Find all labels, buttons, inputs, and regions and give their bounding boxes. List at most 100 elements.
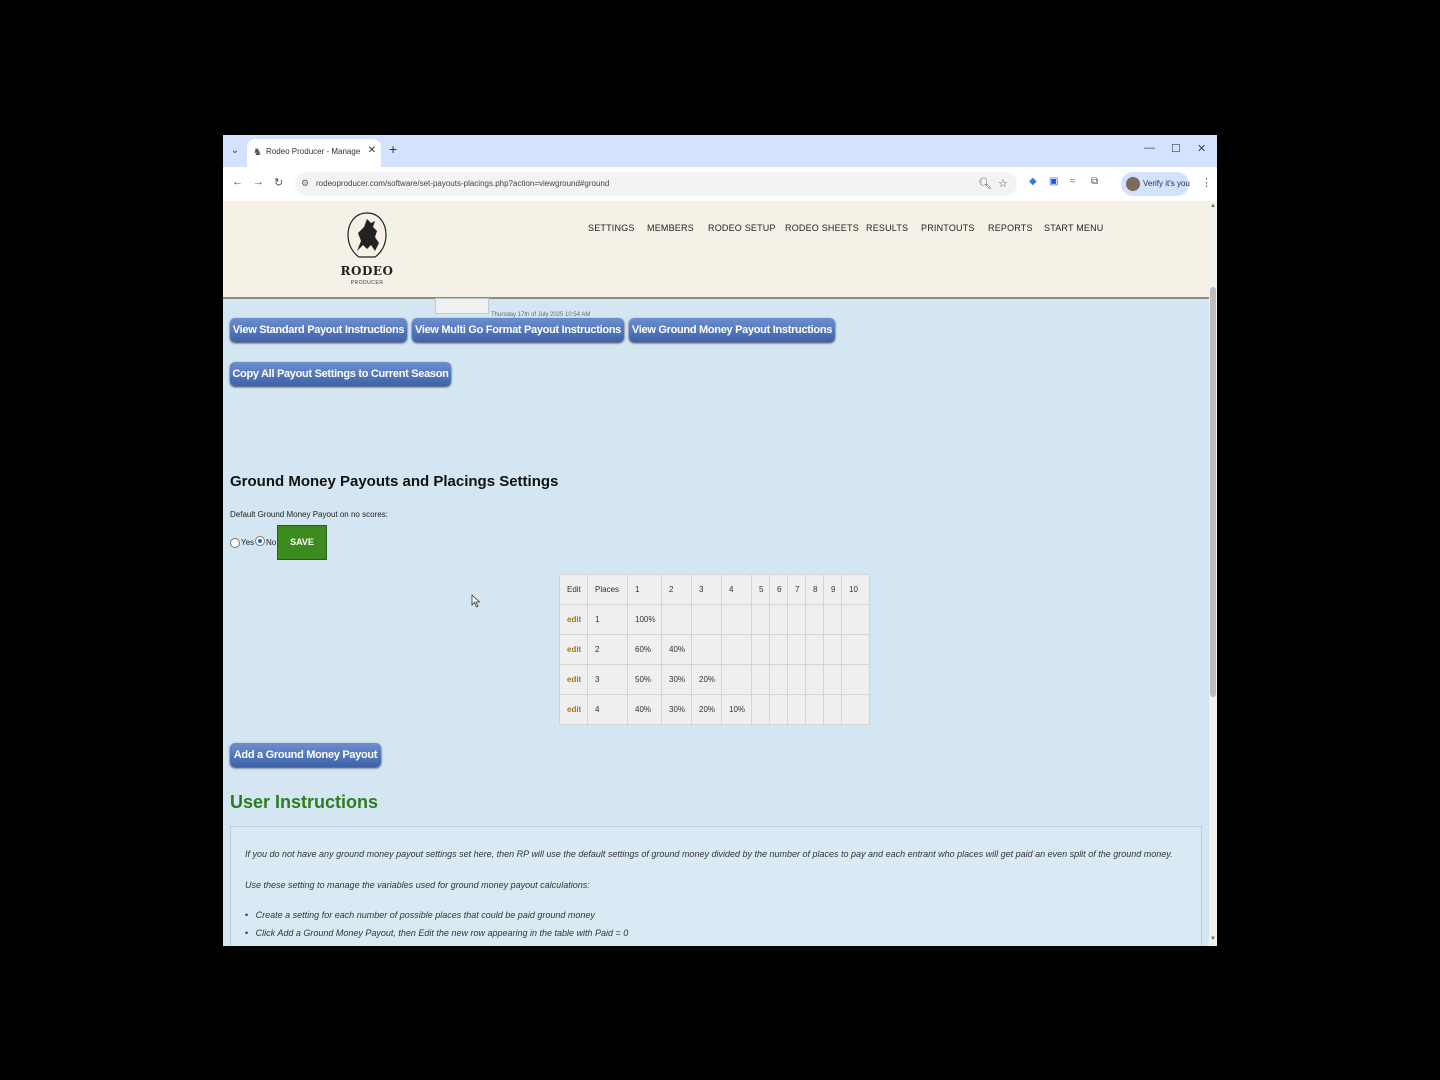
table-cell (691, 604, 722, 635)
scroll-down-icon[interactable]: ▼ (1209, 936, 1217, 942)
table-cell (691, 634, 722, 665)
edit-link[interactable]: edit (559, 634, 588, 665)
add-ground-money-payout-button[interactable]: Add a Ground Money Payout (230, 743, 381, 767)
radio-no[interactable] (255, 536, 265, 546)
page-title: Ground Money Payouts and Placings Settin… (230, 473, 559, 490)
table-row: edit 2 60% 40% (559, 634, 870, 665)
ground-money-payout-table: Edit Places 1 2 3 4 5 6 7 8 9 10 edit 1 … (559, 574, 870, 725)
zoom-icon[interactable]: 🔍︎ (978, 177, 992, 190)
table-cell (823, 694, 842, 725)
table-cell (841, 604, 870, 635)
nav-printouts[interactable]: PRINTOUTS (921, 223, 975, 233)
table-cell: 30% (661, 694, 692, 725)
table-cell: 3 (587, 664, 628, 695)
copy-payout-settings-button[interactable]: Copy All Payout Settings to Current Seas… (230, 362, 451, 386)
col-header-8: 8 (805, 574, 824, 605)
col-header-1: 1 (627, 574, 662, 605)
view-ground-money-payout-button[interactable]: View Ground Money Payout Instructions (629, 318, 835, 342)
edit-link[interactable]: edit (559, 604, 588, 635)
nav-reports[interactable]: REPORTS (988, 223, 1033, 233)
nav-rodeo-sheets[interactable]: RODEO SHEETS (785, 223, 859, 233)
col-header-7: 7 (787, 574, 806, 605)
profile-button[interactable]: Verify it's you (1121, 172, 1190, 196)
table-cell (841, 694, 870, 725)
logo-subtext: PRODUCER (350, 280, 384, 286)
instructions-paragraph-2: Use these setting to manage the variable… (245, 880, 590, 890)
table-cell: 100% (627, 604, 662, 635)
table-cell: 60% (627, 634, 662, 665)
table-cell (661, 604, 692, 635)
nav-start-menu[interactable]: START MENU (1044, 223, 1104, 233)
new-tab-icon[interactable]: + (389, 141, 397, 157)
logo-text: RODEO (340, 264, 394, 278)
table-row: edit 4 40% 30% 20% 10% (559, 694, 870, 725)
forward-icon[interactable]: → (253, 176, 264, 188)
nav-results[interactable]: RESULTS (866, 223, 908, 233)
table-cell: 30% (661, 664, 692, 695)
radio-yes[interactable] (230, 538, 240, 548)
table-cell (841, 664, 870, 695)
table-cell: 20% (691, 664, 722, 695)
save-button[interactable]: SAVE (277, 525, 327, 560)
table-cell: 40% (661, 634, 692, 665)
table-cell (769, 694, 788, 725)
edit-link[interactable]: edit (559, 694, 588, 725)
table-cell (721, 604, 752, 635)
col-header-2: 2 (661, 574, 692, 605)
list-item: • Create a setting for each number of po… (245, 910, 595, 920)
extension-icon-3[interactable]: ≈ (1070, 176, 1076, 187)
col-header-edit: Edit (559, 574, 588, 605)
list-item-text: Click Add a Ground Money Payout, then Ed… (255, 928, 629, 938)
view-multigo-payout-button[interactable]: View Multi Go Format Payout Instructions (412, 318, 624, 342)
col-header-4: 4 (721, 574, 752, 605)
table-cell: 4 (587, 694, 628, 725)
browser-window: ⌄ ♞ Rodeo Producer - Manage Payo ✕ + — ☐… (223, 135, 1217, 946)
col-header-3: 3 (691, 574, 722, 605)
nav-rodeo-setup[interactable]: RODEO SETUP (708, 223, 776, 233)
table-cell (823, 634, 842, 665)
table-row: edit 1 100% (559, 604, 870, 635)
nav-members[interactable]: MEMBERS (647, 223, 694, 233)
table-cell (751, 634, 770, 665)
window-close-icon[interactable]: ✕ (1197, 142, 1206, 155)
address-bar[interactable]: ⚙ rodeoproducer.com/software/set-payouts… (295, 172, 1017, 196)
col-header-6: 6 (769, 574, 788, 605)
table-cell (769, 664, 788, 695)
browser-menu-icon[interactable]: ⋮ (1201, 176, 1212, 189)
url-text: rodeoproducer.com/software/set-payouts-p… (316, 179, 610, 188)
edit-link[interactable]: edit (559, 664, 588, 695)
bookmark-star-icon[interactable]: ☆ (998, 177, 1008, 190)
extensions-puzzle-icon[interactable]: ⧉ (1091, 176, 1098, 187)
minimize-icon[interactable]: — (1144, 142, 1155, 154)
list-item-text: Create a setting for each number of poss… (255, 910, 595, 920)
page-scrollbar[interactable]: ▲ ▼ (1209, 201, 1217, 946)
table-cell (787, 634, 806, 665)
site-header: RODEO PRODUCER SETTINGS MEMBERS RODEO SE… (223, 201, 1209, 299)
table-cell: 50% (627, 664, 662, 695)
reload-icon[interactable]: ↻ (274, 176, 283, 189)
rodeo-producer-logo[interactable]: RODEO PRODUCER (339, 211, 395, 291)
extension-icon-2[interactable]: ▣ (1049, 176, 1058, 187)
table-cell: 20% (691, 694, 722, 725)
tab-active[interactable]: ♞ Rodeo Producer - Manage Payo ✕ (247, 139, 381, 167)
table-cell (841, 634, 870, 665)
profile-label: Verify it's you (1143, 179, 1190, 188)
radio-yes-label: Yes (241, 538, 255, 547)
scroll-up-icon[interactable]: ▲ (1209, 203, 1217, 209)
back-icon[interactable]: ← (232, 176, 243, 188)
table-cell (823, 664, 842, 695)
maximize-icon[interactable]: ☐ (1171, 142, 1181, 155)
tab-close-icon[interactable]: ✕ (368, 145, 376, 156)
table-cell (787, 604, 806, 635)
view-standard-payout-button[interactable]: View Standard Payout Instructions (230, 318, 407, 342)
scrollbar-thumb[interactable] (1210, 287, 1216, 697)
table-cell (751, 694, 770, 725)
nav-settings[interactable]: SETTINGS (588, 223, 635, 233)
table-cell (721, 634, 752, 665)
table-cell (769, 634, 788, 665)
table-cell (787, 694, 806, 725)
tab-search-icon[interactable]: ⌄ (228, 143, 242, 159)
extension-icon[interactable]: ◆ (1029, 176, 1037, 187)
site-info-icon[interactable]: ⚙ (301, 178, 309, 189)
table-cell (769, 604, 788, 635)
